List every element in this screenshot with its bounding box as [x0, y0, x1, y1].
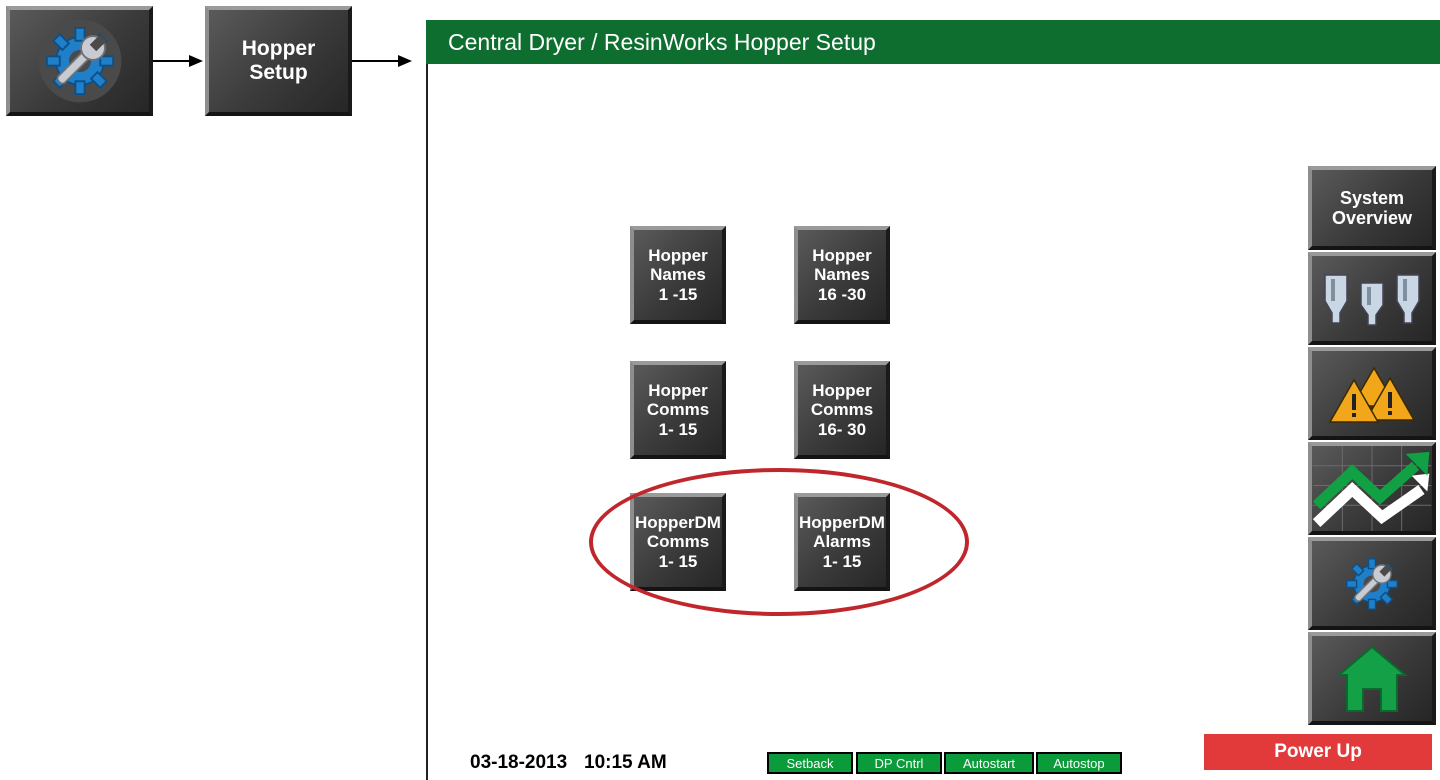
button-label-line: 1 -15 [658, 284, 698, 304]
trend-button[interactable] [1308, 442, 1436, 535]
setup-icon [1346, 557, 1398, 610]
alarms-button[interactable] [1308, 347, 1436, 440]
button-label-line: 1- 15 [822, 551, 862, 571]
screen-title: Central Dryer / ResinWorks Hopper Setup [448, 28, 876, 55]
button-label-line: Comms [646, 400, 710, 420]
system-overview-line1: System [1339, 187, 1405, 208]
hoppers-icon [1324, 273, 1420, 326]
button-label-line: 1- 15 [658, 551, 698, 571]
setup-nav-button[interactable] [6, 6, 153, 116]
button-label-line: Hopper [648, 246, 708, 266]
nav-arrow-2-line [352, 60, 400, 62]
button-label-line: HopperDM [635, 513, 721, 533]
autostart-status[interactable]: Autostart [944, 752, 1034, 774]
time-display: 10:15 AM [584, 752, 667, 773]
nav-arrow-1-head [189, 55, 203, 67]
button-label-line: 1- 15 [658, 419, 698, 439]
button-label-line: Alarms [813, 532, 871, 552]
system-overview-line2: Overview [1331, 208, 1413, 228]
hmi-screen-panel [426, 20, 1440, 780]
button-label-line: Hopper [812, 246, 872, 266]
screen-title-bar: Central Dryer / ResinWorks Hopper Setup [426, 20, 1440, 64]
nav-arrow-1-line [153, 60, 191, 62]
wrench-gear-icon [38, 19, 121, 103]
hopper-names-1-15-button[interactable]: Hopper Names 1 -15 [630, 226, 726, 324]
trend-icon [1312, 446, 1432, 531]
hopper-names-16-30-button[interactable]: Hopper Names 16 -30 [794, 226, 890, 324]
hoppers-button[interactable] [1308, 252, 1436, 345]
button-label-line: Comms [646, 532, 710, 552]
hopperdm-alarms-1-15-button[interactable]: HopperDM Alarms 1- 15 [794, 493, 890, 591]
hopperdm-comms-1-15-button[interactable]: HopperDM Comms 1- 15 [630, 493, 726, 591]
button-label-line: Names [650, 265, 706, 285]
button-label-line: Hopper [648, 381, 708, 401]
home-button[interactable] [1308, 632, 1436, 725]
hopper-comms-1-15-button[interactable]: Hopper Comms 1- 15 [630, 361, 726, 459]
hopper-setup-label-line2: Setup [249, 61, 308, 84]
button-label-line: Names [814, 265, 870, 285]
nav-arrow-2-head [398, 55, 412, 67]
setback-status[interactable]: Setback [767, 752, 853, 774]
autostop-status[interactable]: Autostop [1036, 752, 1122, 774]
setup-button[interactable] [1308, 537, 1436, 630]
date-display: 03-18-2013 [470, 752, 568, 773]
dp-cntrl-status[interactable]: DP Cntrl [856, 752, 942, 774]
button-label-line: Comms [810, 400, 874, 420]
power-up-button[interactable]: Power Up [1204, 734, 1432, 770]
hopper-setup-nav-button[interactable]: Hopper Setup [205, 6, 352, 116]
button-label-line: Hopper [812, 381, 872, 401]
button-label-line: 16 -30 [817, 284, 867, 304]
button-label-line: HopperDM [799, 513, 885, 533]
hopper-comms-16-30-button[interactable]: Hopper Comms 16- 30 [794, 361, 890, 459]
home-icon [1336, 645, 1408, 712]
hopper-setup-label-line1: Hopper [241, 37, 316, 61]
alarms-icon [1328, 366, 1416, 423]
system-overview-button[interactable]: System Overview [1308, 166, 1436, 250]
button-label-line: 16- 30 [817, 419, 867, 439]
